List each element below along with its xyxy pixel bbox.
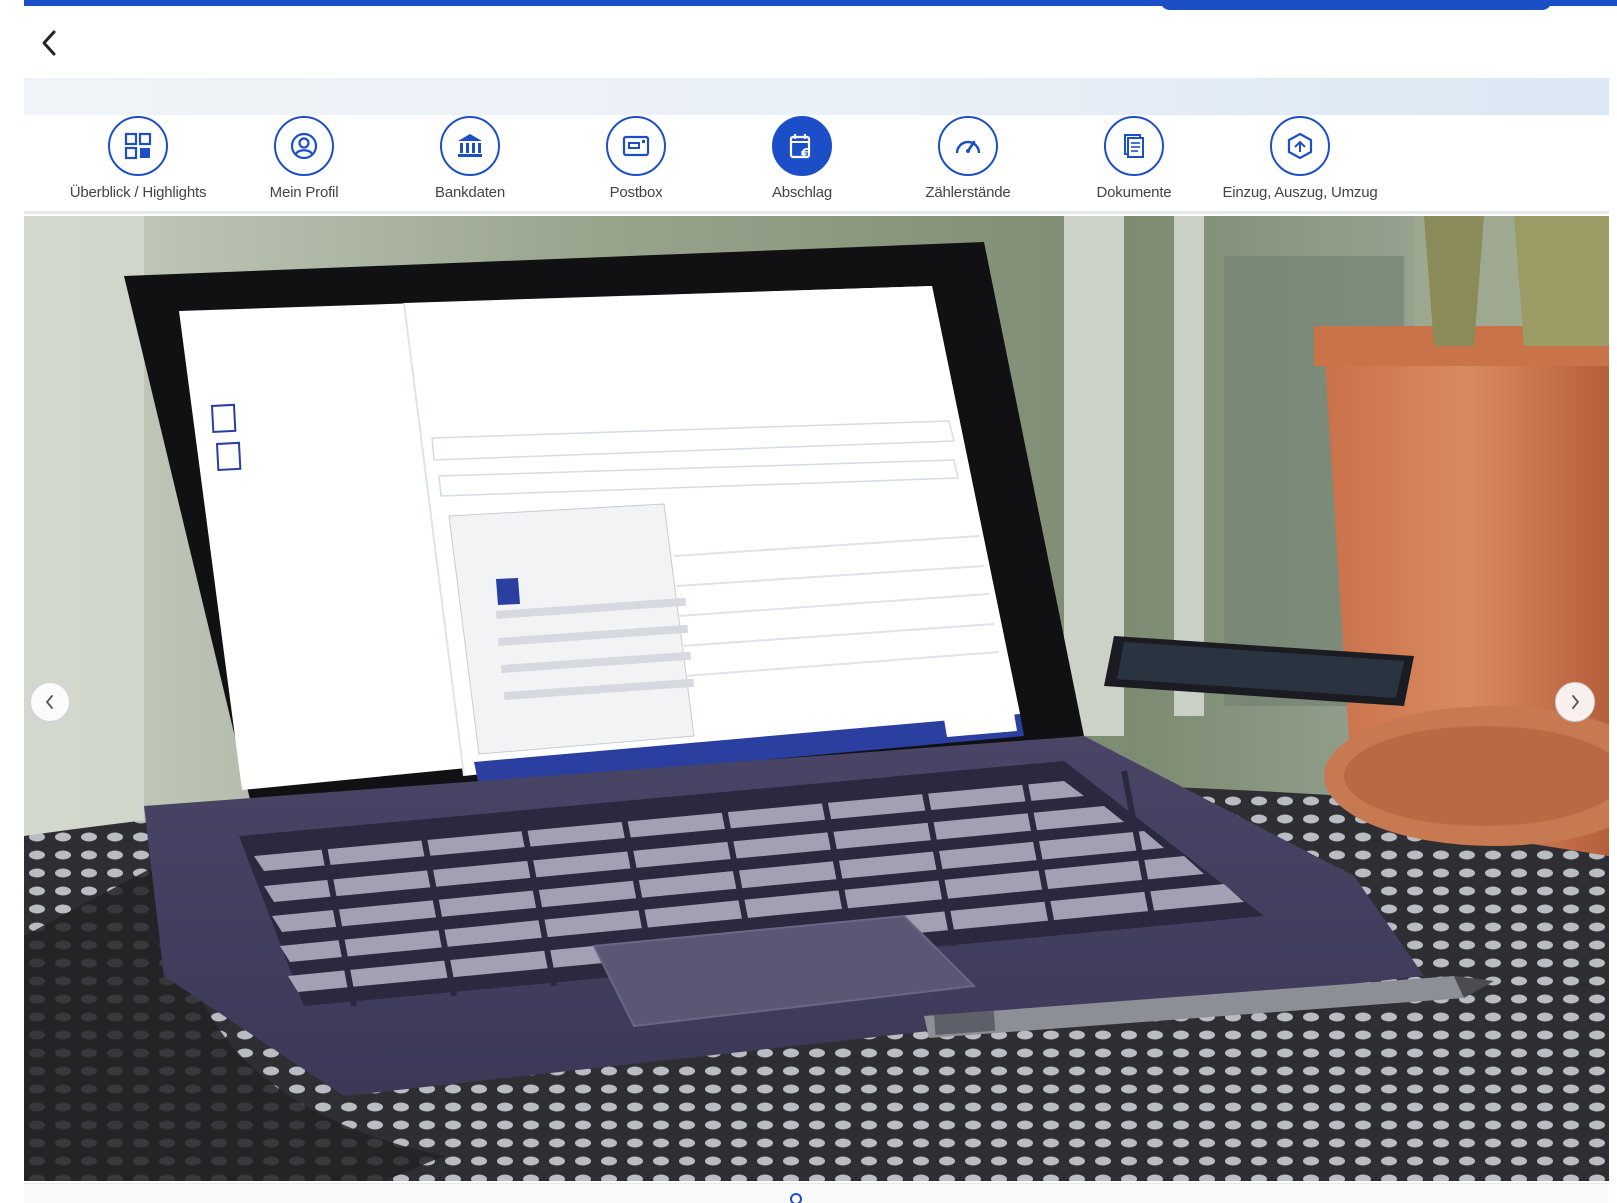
carousel-indicator-dot[interactable] <box>790 1193 802 1203</box>
move-icon <box>1270 116 1330 176</box>
top-accent-tab <box>1160 0 1552 10</box>
back-button[interactable] <box>36 26 62 60</box>
mailbox-icon <box>606 116 666 176</box>
chevron-left-icon <box>42 30 56 56</box>
carousel-next-button[interactable] <box>1555 682 1595 722</box>
payment-calendar-icon: € <box>772 116 832 176</box>
image-carousel <box>24 216 1609 1181</box>
carousel-prev-button[interactable] <box>30 682 70 722</box>
header-band <box>24 78 1609 115</box>
svg-text:€: € <box>800 147 810 161</box>
nav-item-umzug[interactable]: Einzug, Auszug, Umzug <box>1200 115 1400 210</box>
nav-divider <box>24 211 1609 214</box>
nav-label: Einzug, Auszug, Umzug <box>1222 184 1378 201</box>
dashboard-icon <box>108 116 168 176</box>
chevron-right-icon <box>1572 695 1580 709</box>
carousel-footer <box>24 1183 1609 1203</box>
laptop-photo <box>24 216 1609 1181</box>
documents-icon <box>1104 116 1164 176</box>
user-icon <box>274 116 334 176</box>
chevron-left-icon <box>45 695 53 709</box>
bank-icon <box>440 116 500 176</box>
meter-gauge-icon <box>938 116 998 176</box>
section-nav: Überblick / Highlights Mein Profil Bankd… <box>24 115 1609 210</box>
